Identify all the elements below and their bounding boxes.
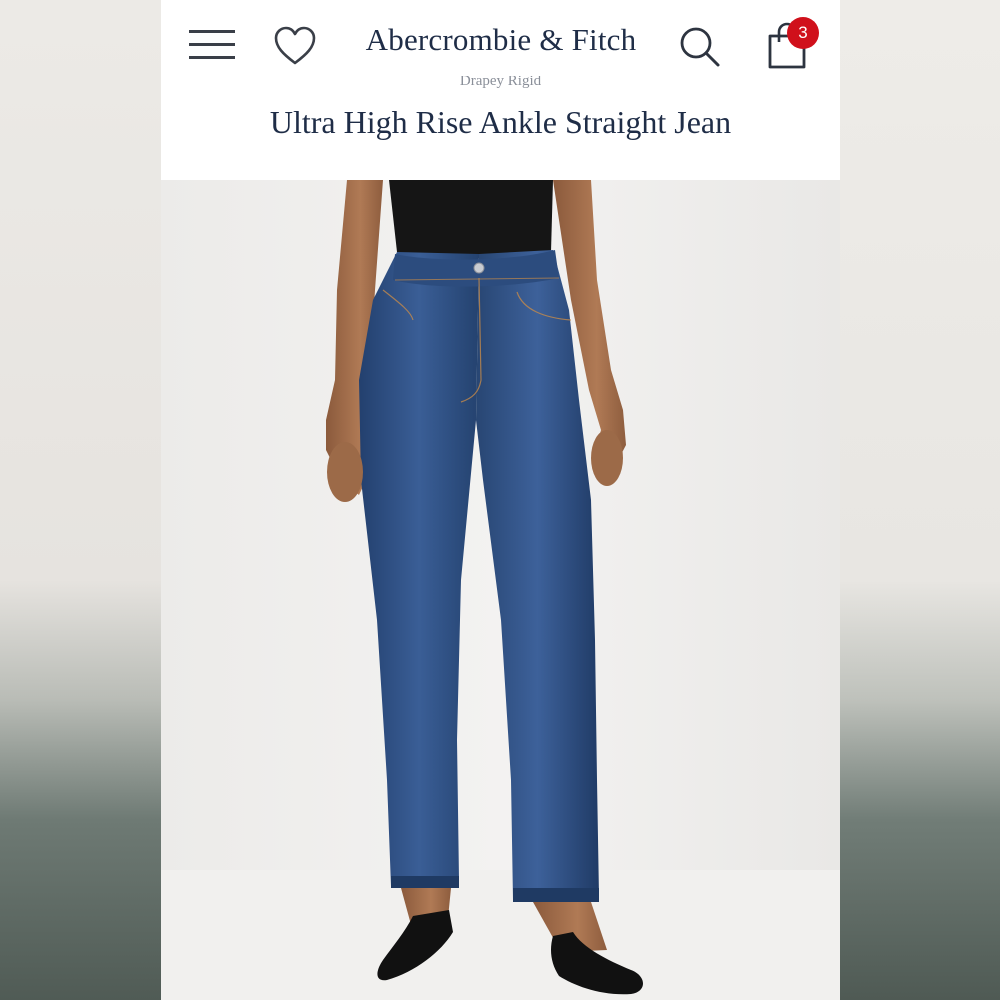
black-top <box>389 180 553 258</box>
product-image[interactable] <box>161 180 840 1000</box>
cart-count-badge[interactable]: 3 <box>787 17 819 49</box>
product-page: Abercrombie & Fitch 3 Drapey Rigid Ultra… <box>161 0 840 1000</box>
brand-logo[interactable]: Abercrombie & Fitch <box>351 22 651 58</box>
product-title: Ultra High Rise Ankle Straight Jean <box>269 104 732 140</box>
search-icon[interactable] <box>679 26 721 68</box>
hamburger-menu-icon[interactable] <box>189 28 235 62</box>
heart-icon[interactable] <box>273 26 317 66</box>
site-header: Abercrombie & Fitch 3 Drapey Rigid Ultra… <box>161 0 840 180</box>
background-left-panel <box>0 0 161 1000</box>
jeans-button <box>473 262 485 274</box>
fit-subtag: Drapey Rigid <box>459 76 542 88</box>
background-right-panel <box>839 0 1000 1000</box>
